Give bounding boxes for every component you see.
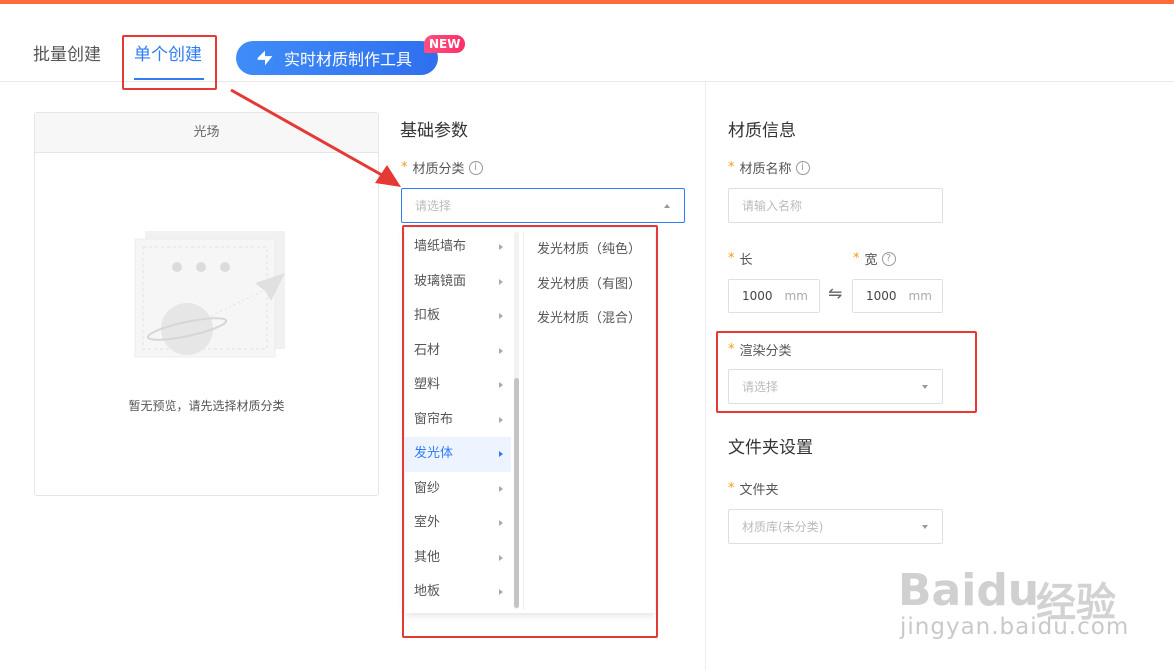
folder-select[interactable]: 材质库(未分类): [728, 509, 943, 544]
folder-label: * 文件夹: [728, 481, 779, 498]
annotation-box-cascader: [402, 225, 658, 638]
length-label: * 长: [728, 251, 753, 268]
tool-button-label: 实时材质制作工具: [284, 50, 413, 69]
caret-down-icon: [922, 525, 928, 529]
annotation-box-tab: [122, 35, 217, 90]
material-name-input[interactable]: 请输入名称: [728, 188, 943, 223]
info-icon: i: [795, 160, 810, 175]
annotation-box-render: [716, 331, 977, 413]
column-divider-vertical: [705, 82, 706, 670]
watermark-url: jingyan.baidu.com: [900, 614, 1130, 640]
swap-dimensions-icon[interactable]: ⇋: [828, 284, 842, 304]
help-icon: ?: [881, 251, 896, 266]
length-input[interactable]: 1000 mm: [728, 279, 820, 313]
tab-batch-create[interactable]: 批量创建: [33, 40, 101, 65]
info-icon: i: [468, 160, 483, 175]
width-label: * 宽 ?: [853, 249, 896, 268]
new-badge: NEW: [424, 35, 466, 53]
annotation-arrow-icon: [230, 88, 401, 187]
folder-settings-title: 文件夹设置: [728, 438, 813, 458]
category-placeholder: 请选择: [415, 199, 452, 213]
lightning-icon: [257, 50, 273, 66]
material-name-label: * 材质名称 i: [728, 158, 810, 177]
width-input[interactable]: 1000 mm: [852, 279, 943, 313]
material-info-title: 材质信息: [728, 121, 796, 141]
empty-preview-illustration: [134, 231, 285, 358]
baidu-watermark-logo: Baidu: [898, 565, 1040, 616]
empty-preview-message: 暂无预览，请先选择材质分类: [128, 399, 285, 413]
realtime-material-tool-button[interactable]: 实时材质制作工具: [236, 41, 438, 75]
caret-up-icon: [664, 204, 670, 208]
material-category-select[interactable]: 请选择: [401, 188, 685, 223]
